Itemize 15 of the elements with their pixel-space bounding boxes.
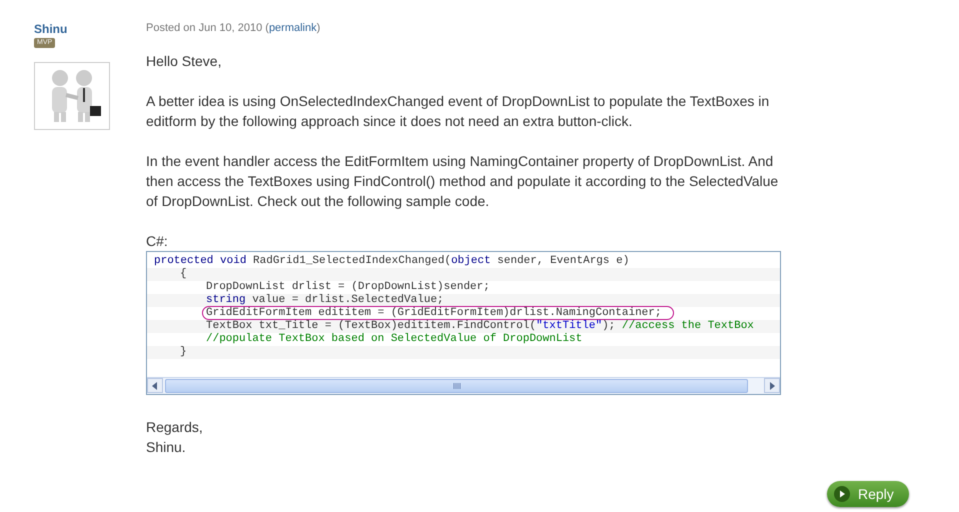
closing-line: Regards, [146, 418, 204, 437]
scroll-left-icon[interactable] [147, 378, 163, 393]
scrollbar-thumb[interactable] [165, 379, 748, 393]
reply-button[interactable]: Reply [827, 481, 909, 507]
code-language-label: C#: [146, 232, 169, 251]
post-paragraph: Hello Steve, [146, 52, 222, 71]
scroll-right-icon[interactable] [764, 378, 780, 393]
post-paragraph: A better idea is using OnSelectedIndexChanged event of DropDownList to populate the TextBoxes in editform by the following approach since it does not need an extra button-click. [146, 92, 770, 131]
horizontal-scrollbar[interactable] [147, 377, 780, 394]
closing-line: Shinu. [146, 438, 187, 457]
play-icon [834, 486, 850, 502]
post-paragraph: In the event handler access the EditFormItem using NamingContainer property of DropDownList. And then access the TextBoxes using FindControl() method and populate it according to the SelectedValue of DropDownList. Check out the following sample code. [146, 152, 780, 211]
permalink-link[interactable]: permalink [268, 22, 317, 34]
author-name[interactable]: Shinu [34, 22, 68, 36]
post-date: Posted on Jun 10, 2010 (permalink) [146, 21, 322, 35]
